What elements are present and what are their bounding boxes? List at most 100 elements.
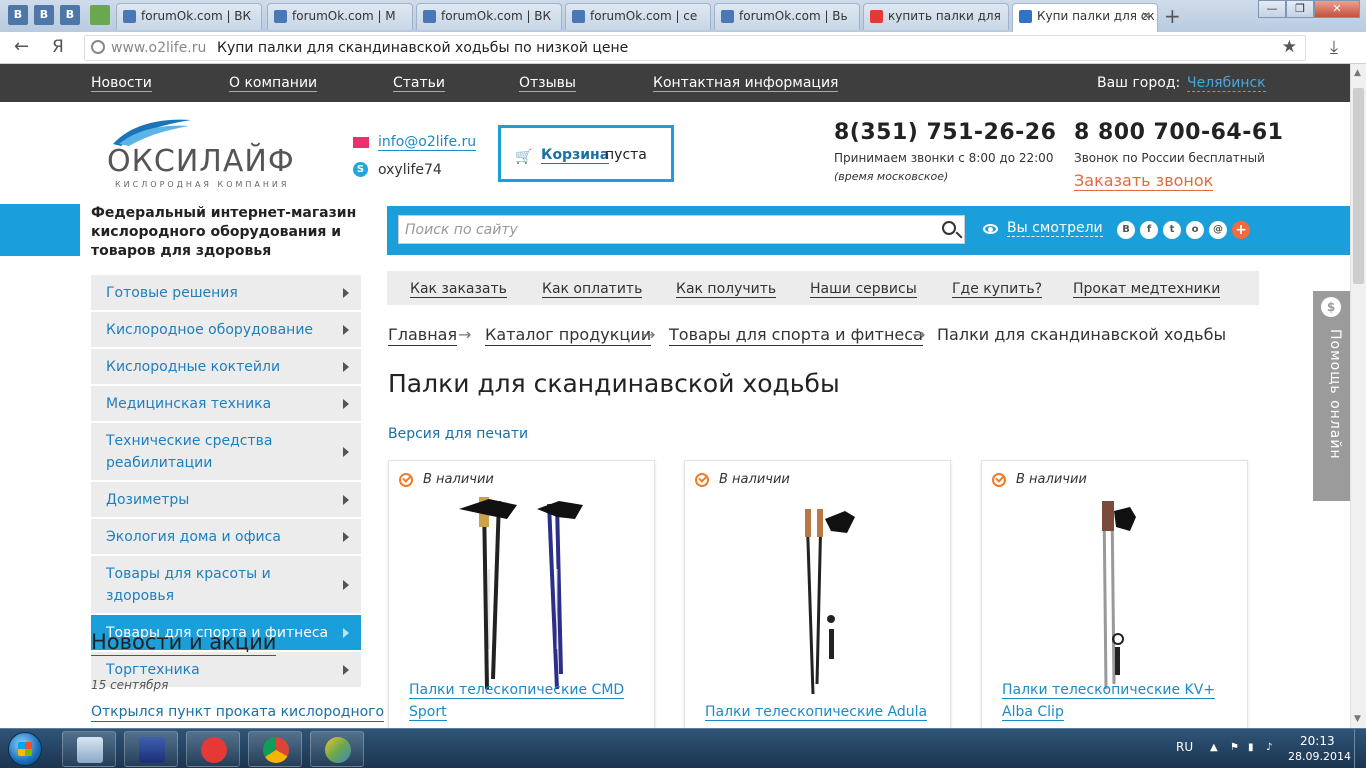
browser-tab[interactable]: купить палки для <box>863 3 1009 30</box>
product-card[interactable]: В наличии Палки телескопические CMD Spor… <box>388 460 655 728</box>
product-name-link[interactable]: Палки телескопические KV+ Alba Clip <box>1002 679 1232 723</box>
cart-box[interactable]: 🛒 Корзина пуста <box>498 125 674 182</box>
taskbar-notes[interactable] <box>124 731 178 767</box>
nav-contacts[interactable]: Контактная информация <box>653 75 839 92</box>
callback-link[interactable]: Заказать звонок <box>1074 172 1214 191</box>
browser-tab-bar: B B B forumOk.com | ВК forumOk.com | М f… <box>0 0 1366 32</box>
start-button[interactable] <box>4 730 44 768</box>
back-arrow-icon[interactable]: ← <box>14 36 29 57</box>
scroll-up-icon[interactable]: ▲ <box>1354 68 1361 78</box>
yandex-favicon-icon <box>870 10 883 23</box>
site-logo[interactable]: ОКСИЛАЙФ КИСЛОРОДНАЯ КОМПАНИЯ <box>103 112 313 189</box>
bookmark-star-icon[interactable]: ★ <box>1282 37 1297 57</box>
clock-date[interactable]: 28.09.2014 <box>1288 750 1351 763</box>
download-icon[interactable]: ⤓ <box>1330 37 1338 58</box>
product-image[interactable] <box>725 489 915 709</box>
sidebar-item-ecology[interactable]: Экология дома и офиса <box>91 519 361 554</box>
browser-tab[interactable]: forumOk.com | М <box>267 3 413 30</box>
info-where-to-buy[interactable]: Где купить? <box>952 281 1043 298</box>
product-name-link[interactable]: Палки телескопические CMD Sport <box>409 679 639 723</box>
scrollbar-thumb[interactable] <box>1353 88 1364 284</box>
browser-tab[interactable]: forumOk.com | ВК <box>116 3 262 30</box>
info-rental[interactable]: Прокат медтехники <box>1073 281 1221 298</box>
page-info-icon[interactable] <box>91 40 105 54</box>
info-services[interactable]: Наши сервисы <box>810 281 917 298</box>
browser-tab[interactable]: forumOk.com | Вь <box>714 3 860 30</box>
email-link[interactable]: info@o2life.ru <box>378 134 477 151</box>
breadcrumb-sport[interactable]: Товары для спорта и фитнеса <box>669 325 923 346</box>
odnoklassniki-share-icon[interactable]: о <box>1186 221 1204 239</box>
browser-tab[interactable]: forumOk.com | ВК <box>416 3 562 30</box>
sidebar-item-oxygen-equipment[interactable]: Кислородное оборудование <box>91 312 361 347</box>
yandex-button[interactable]: Я <box>52 37 64 57</box>
chevron-down-icon <box>343 627 349 638</box>
product-card[interactable]: В наличии Палки телескопические KV+ Alba… <box>981 460 1248 728</box>
tray-expand-icon[interactable]: ▲ <box>1210 742 1222 754</box>
cart-link[interactable]: Корзина <box>541 147 610 164</box>
viewed-products-link[interactable]: Вы смотрели <box>1007 220 1103 237</box>
page-scrollbar[interactable]: ▲ ▼ <box>1350 64 1366 728</box>
info-how-to-order[interactable]: Как заказать <box>410 281 507 298</box>
show-desktop-button[interactable] <box>1354 729 1366 768</box>
sidebar-item-oxygen-cocktails[interactable]: Кислородные коктейли <box>91 349 361 384</box>
sidebar-item-label: Медицинская техника <box>106 396 272 412</box>
maximize-button[interactable]: ❐ <box>1286 0 1314 18</box>
help-online-tab[interactable]: $ Помощь онлайн <box>1313 291 1350 501</box>
pinned-tab-vk[interactable]: B <box>60 5 80 25</box>
news-heading[interactable]: Новости и акции <box>91 629 277 656</box>
breadcrumb-catalog[interactable]: Каталог продукции <box>485 325 652 346</box>
product-name[interactable]: Палки телескопические KV+ Alba Clip <box>1002 682 1216 721</box>
nav-news[interactable]: Новости <box>91 75 152 92</box>
browser-tab[interactable]: forumOk.com | се <box>565 3 711 30</box>
vk-share-icon[interactable]: В <box>1117 221 1135 239</box>
taskbar-calculator[interactable] <box>62 731 116 767</box>
scroll-down-icon[interactable]: ▼ <box>1354 714 1361 724</box>
close-window-button[interactable]: ✕ <box>1314 0 1360 18</box>
nav-about[interactable]: О компании <box>229 75 318 92</box>
tray-flag-icon[interactable]: ⚑ <box>1230 742 1242 754</box>
info-how-to-pay[interactable]: Как оплатить <box>542 281 643 298</box>
city-selector[interactable]: Челябинск <box>1187 75 1266 92</box>
search-box[interactable] <box>398 215 965 244</box>
pinned-tab-image[interactable] <box>90 5 110 25</box>
taskbar-yandex-browser[interactable] <box>186 731 240 767</box>
breadcrumb-home[interactable]: Главная <box>388 325 458 346</box>
twitter-share-icon[interactable]: t <box>1163 221 1181 239</box>
sidebar-item-dosimeters[interactable]: Дозиметры <box>91 482 361 517</box>
new-tab-button[interactable]: + <box>1164 4 1181 28</box>
product-card[interactable]: В наличии Палки телескопические Adula <box>684 460 951 728</box>
pinned-tab-vk[interactable]: B <box>34 5 54 25</box>
product-image[interactable] <box>429 489 619 709</box>
product-image[interactable] <box>1022 489 1212 709</box>
print-version-link[interactable]: Версия для печати <box>388 426 528 442</box>
breadcrumb-current: Палки для скандинавской ходьбы <box>937 325 1227 344</box>
facebook-share-icon[interactable]: f <box>1140 221 1158 239</box>
product-name[interactable]: Палки телескопические CMD Sport <box>409 682 625 721</box>
sidebar-item-ready-solutions[interactable]: Готовые решения <box>91 275 361 310</box>
sidebar-item-beauty-health[interactable]: Товары для красоты и здоровья <box>91 556 361 613</box>
nav-reviews[interactable]: Отзывы <box>519 75 576 92</box>
language-indicator[interactable]: RU <box>1176 740 1193 754</box>
clock-time[interactable]: 20:13 <box>1300 734 1335 748</box>
pinned-tab-vk[interactable]: B <box>8 5 28 25</box>
product-name[interactable]: Палки телескопические Adula <box>705 704 928 721</box>
address-bar[interactable]: www.o2life.ru Купи палки для скандинавск… <box>84 35 1306 61</box>
taskbar-paint[interactable] <box>310 731 364 767</box>
more-share-icon[interactable]: + <box>1232 221 1250 239</box>
browser-tab-active[interactable]: Купи палки для ск ✕ <box>1012 3 1158 32</box>
info-how-to-receive[interactable]: Как получить <box>676 281 777 298</box>
sidebar-item-rehabilitation[interactable]: Технические средства реабилитации <box>91 423 361 480</box>
sidebar-item-medical-equipment[interactable]: Медицинская техника <box>91 386 361 421</box>
news-item-link[interactable]: Открылся пункт проката кислородного <box>91 704 385 722</box>
search-icon[interactable] <box>942 221 956 235</box>
nav-articles[interactable]: Статьи <box>393 75 446 92</box>
mail-share-icon[interactable]: @ <box>1209 221 1227 239</box>
product-name-link[interactable]: Палки телескопические Adula <box>705 701 935 723</box>
breadcrumb-separator: → <box>458 325 472 344</box>
network-icon[interactable]: ▮ <box>1248 742 1260 754</box>
taskbar-chrome[interactable] <box>248 731 302 767</box>
search-input[interactable] <box>399 216 929 243</box>
close-tab-icon[interactable]: ✕ <box>1141 4 1151 29</box>
minimize-button[interactable]: — <box>1258 0 1286 18</box>
volume-icon[interactable]: ♪ <box>1266 742 1278 754</box>
